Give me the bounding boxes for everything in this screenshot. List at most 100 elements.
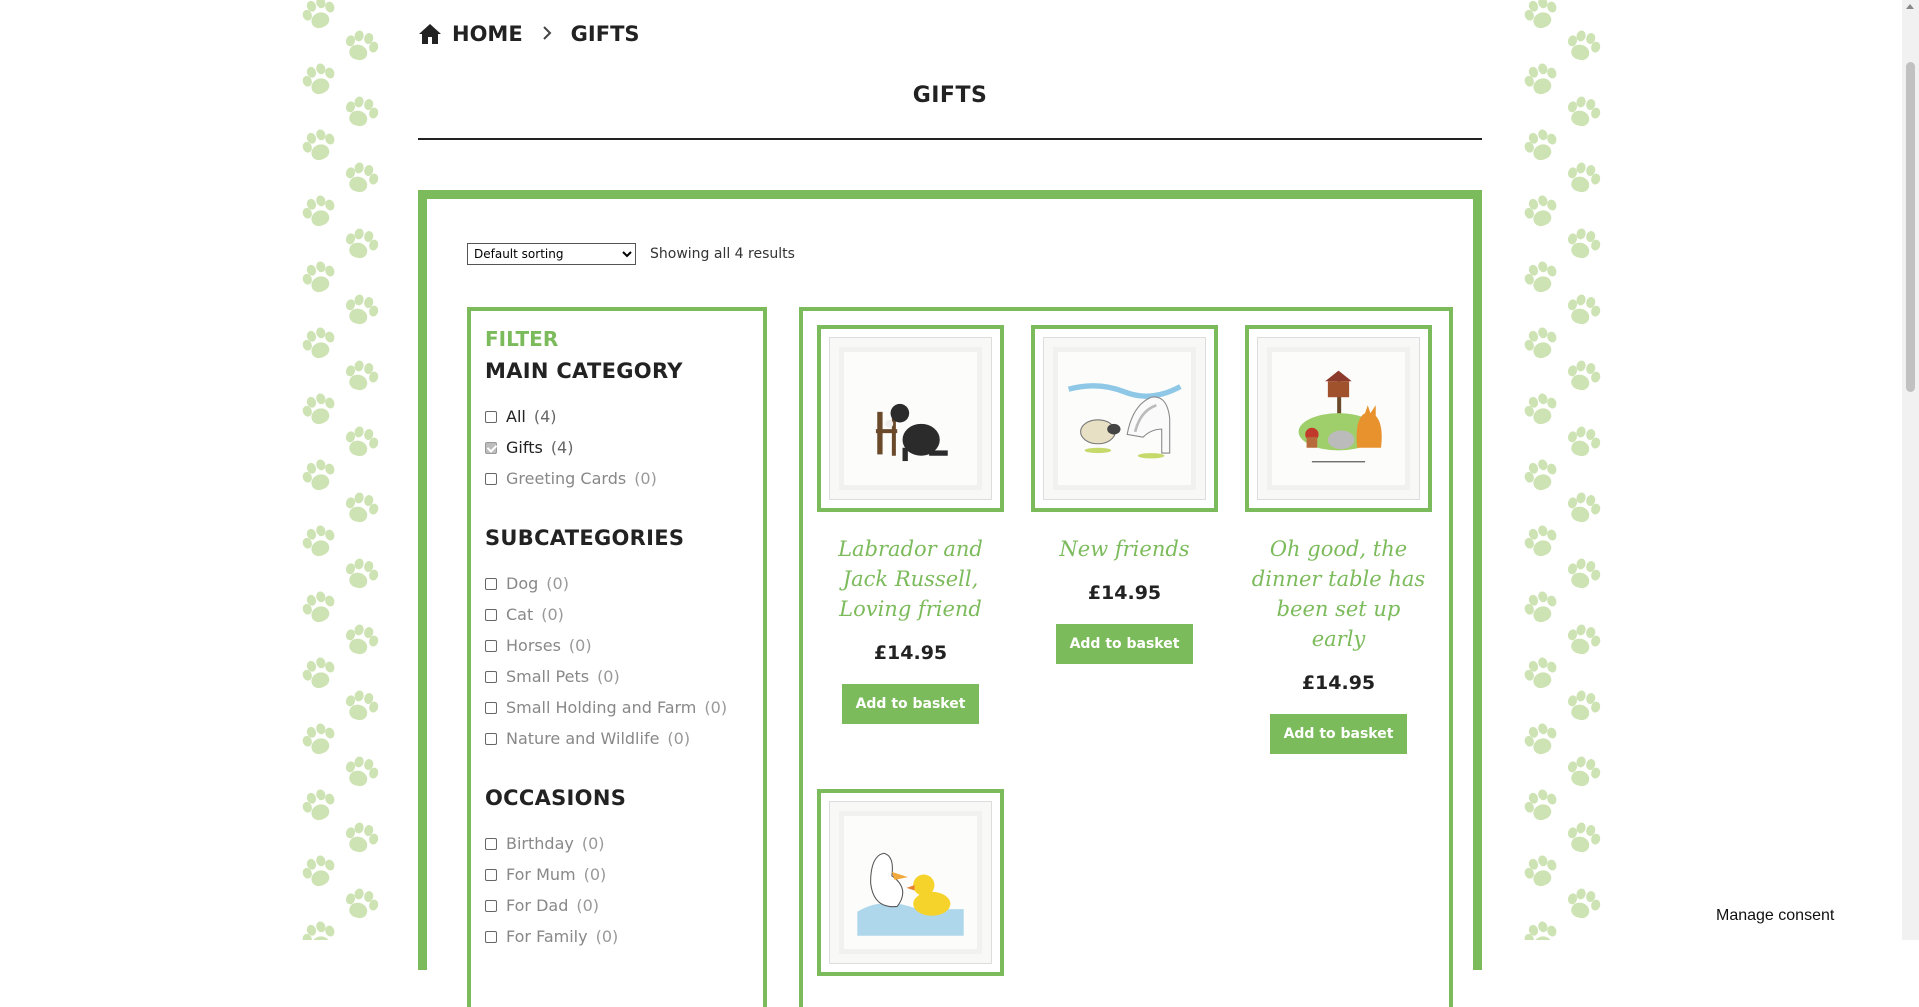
filter-option-count: (0) xyxy=(597,667,620,686)
filter-option[interactable]: Cat (0) xyxy=(485,599,749,630)
filter-option[interactable]: For Dad (0) xyxy=(485,890,749,921)
product-image[interactable] xyxy=(817,325,1004,512)
artwork-illustration xyxy=(844,352,977,485)
paw-print-icon xyxy=(1562,488,1602,527)
filter-option-label: Nature and Wildlife xyxy=(506,729,660,748)
filter-group-title: OCCASIONS xyxy=(485,786,627,810)
product-title[interactable]: New friends xyxy=(1031,534,1218,564)
filter-checkbox[interactable] xyxy=(485,701,497,714)
filter-option-label: Small Holding and Farm xyxy=(506,698,697,717)
add-to-basket-button[interactable]: Add to basket xyxy=(1270,714,1407,754)
filter-checkbox[interactable] xyxy=(485,670,497,683)
filter-option-label: Cat xyxy=(506,605,534,624)
filter-option[interactable]: Small Pets (0) xyxy=(485,661,749,692)
filter-option-label: For Mum xyxy=(506,865,576,884)
home-icon[interactable] xyxy=(418,23,442,45)
filter-option-count: (0) xyxy=(541,605,564,624)
paw-print-icon xyxy=(1562,686,1602,725)
product-price: £14.95 xyxy=(1301,672,1376,694)
add-to-basket-button[interactable]: Add to basket xyxy=(1056,624,1193,664)
filter-option-count: (0) xyxy=(576,896,600,915)
paw-print-icon xyxy=(1520,587,1561,628)
filter-option[interactable]: For Family (0) xyxy=(485,921,749,952)
paw-print-icon xyxy=(340,158,380,197)
filter-option-label: For Family xyxy=(506,927,588,946)
paw-print-icon xyxy=(298,587,339,628)
breadcrumb-current: GIFTS xyxy=(570,22,640,46)
paw-print-icon xyxy=(1520,455,1561,496)
product-title[interactable]: Oh good, the dinner table has been set u… xyxy=(1245,534,1432,654)
paw-print-icon xyxy=(1562,356,1602,395)
paw-print-icon xyxy=(1562,290,1602,329)
paw-print-icon xyxy=(298,59,339,100)
filter-checkbox[interactable] xyxy=(485,639,497,652)
filter-option[interactable]: Horses (0) xyxy=(485,630,749,661)
paw-print-icon xyxy=(1520,719,1561,760)
paw-print-icon xyxy=(1562,92,1602,131)
paw-print-icon xyxy=(340,686,380,725)
paw-print-icon xyxy=(1520,191,1561,232)
paw-print-icon xyxy=(298,323,339,364)
filter-option-count: (0) xyxy=(704,698,728,717)
product-image[interactable] xyxy=(1245,325,1432,512)
filter-checkbox[interactable] xyxy=(485,472,497,485)
product-grid: Labrador and Jack Russell, Loving friend… xyxy=(799,307,1453,1007)
filter-option[interactable]: All (4) xyxy=(485,401,749,432)
filter-option-count: (0) xyxy=(568,636,592,655)
paw-print-icon xyxy=(340,884,380,923)
filter-option[interactable]: For Mum (0) xyxy=(485,859,749,890)
filter-option-count: (0) xyxy=(634,469,657,488)
filter-checkbox[interactable] xyxy=(485,930,497,943)
paw-print-icon xyxy=(298,257,339,298)
paw-print-icon xyxy=(1520,785,1561,826)
shop-toolbar: Default sorting Showing all 4 results xyxy=(467,243,795,265)
filter-group-title: SUBCATEGORIES xyxy=(485,526,685,550)
filter-checkbox[interactable] xyxy=(485,577,497,590)
breadcrumb-home-link[interactable]: HOME xyxy=(452,22,523,46)
title-divider xyxy=(418,138,1482,140)
filter-heading: FILTER xyxy=(485,327,559,351)
print-mount xyxy=(1043,337,1206,500)
paw-print-icon xyxy=(1520,389,1561,430)
filter-checkbox[interactable] xyxy=(485,899,497,912)
shop-frame: Default sorting Showing all 4 results FI… xyxy=(418,190,1482,1007)
scrollbar-thumb[interactable] xyxy=(1906,62,1915,392)
paw-print-icon xyxy=(1562,158,1602,197)
filter-checkbox[interactable] xyxy=(485,732,497,745)
product-card xyxy=(817,789,1004,976)
filter-checkbox[interactable] xyxy=(485,441,497,454)
scroll-up-icon[interactable] xyxy=(1906,4,1914,9)
add-to-basket-button[interactable]: Add to basket xyxy=(842,684,979,724)
filter-checkbox[interactable] xyxy=(485,868,497,881)
paw-print-icon xyxy=(1520,851,1561,892)
filter-checkbox[interactable] xyxy=(485,608,497,621)
paw-print-icon xyxy=(340,752,380,791)
paw-print-icon xyxy=(340,818,380,857)
product-title[interactable]: Labrador and Jack Russell, Loving friend xyxy=(817,534,1004,624)
artwork-illustration xyxy=(844,816,977,949)
manage-consent-button[interactable]: Manage consent xyxy=(1716,907,1834,925)
sort-select[interactable]: Default sorting xyxy=(467,243,636,265)
filter-option[interactable]: Birthday (0) xyxy=(485,828,749,859)
paw-print-icon xyxy=(1520,257,1561,298)
paw-print-icon xyxy=(340,488,380,527)
paw-print-icon xyxy=(1562,752,1602,791)
paw-print-icon xyxy=(340,422,380,461)
filter-option[interactable]: Dog (0) xyxy=(485,568,749,599)
product-image[interactable] xyxy=(1031,325,1218,512)
paw-print-icon xyxy=(298,851,339,892)
artwork-illustration xyxy=(1058,352,1191,485)
filter-option[interactable]: Gifts (4) xyxy=(485,432,749,463)
filter-checkbox[interactable] xyxy=(485,837,497,850)
filter-checkbox[interactable] xyxy=(485,410,497,423)
filter-option[interactable]: Nature and Wildlife (0) xyxy=(485,723,749,754)
filter-option[interactable]: Greeting Cards (0) xyxy=(485,463,749,494)
page-scrollbar[interactable] xyxy=(1902,0,1919,940)
paw-print-icon xyxy=(298,455,339,496)
paw-print-icon xyxy=(1520,653,1561,694)
product-card: New friends £14.95 Add to basket xyxy=(1031,325,1218,664)
product-image[interactable] xyxy=(817,789,1004,976)
filter-option[interactable]: Small Holding and Farm (0) xyxy=(485,692,749,723)
chevron-right-icon xyxy=(541,22,553,46)
filter-group-title: MAIN CATEGORY xyxy=(485,359,683,383)
